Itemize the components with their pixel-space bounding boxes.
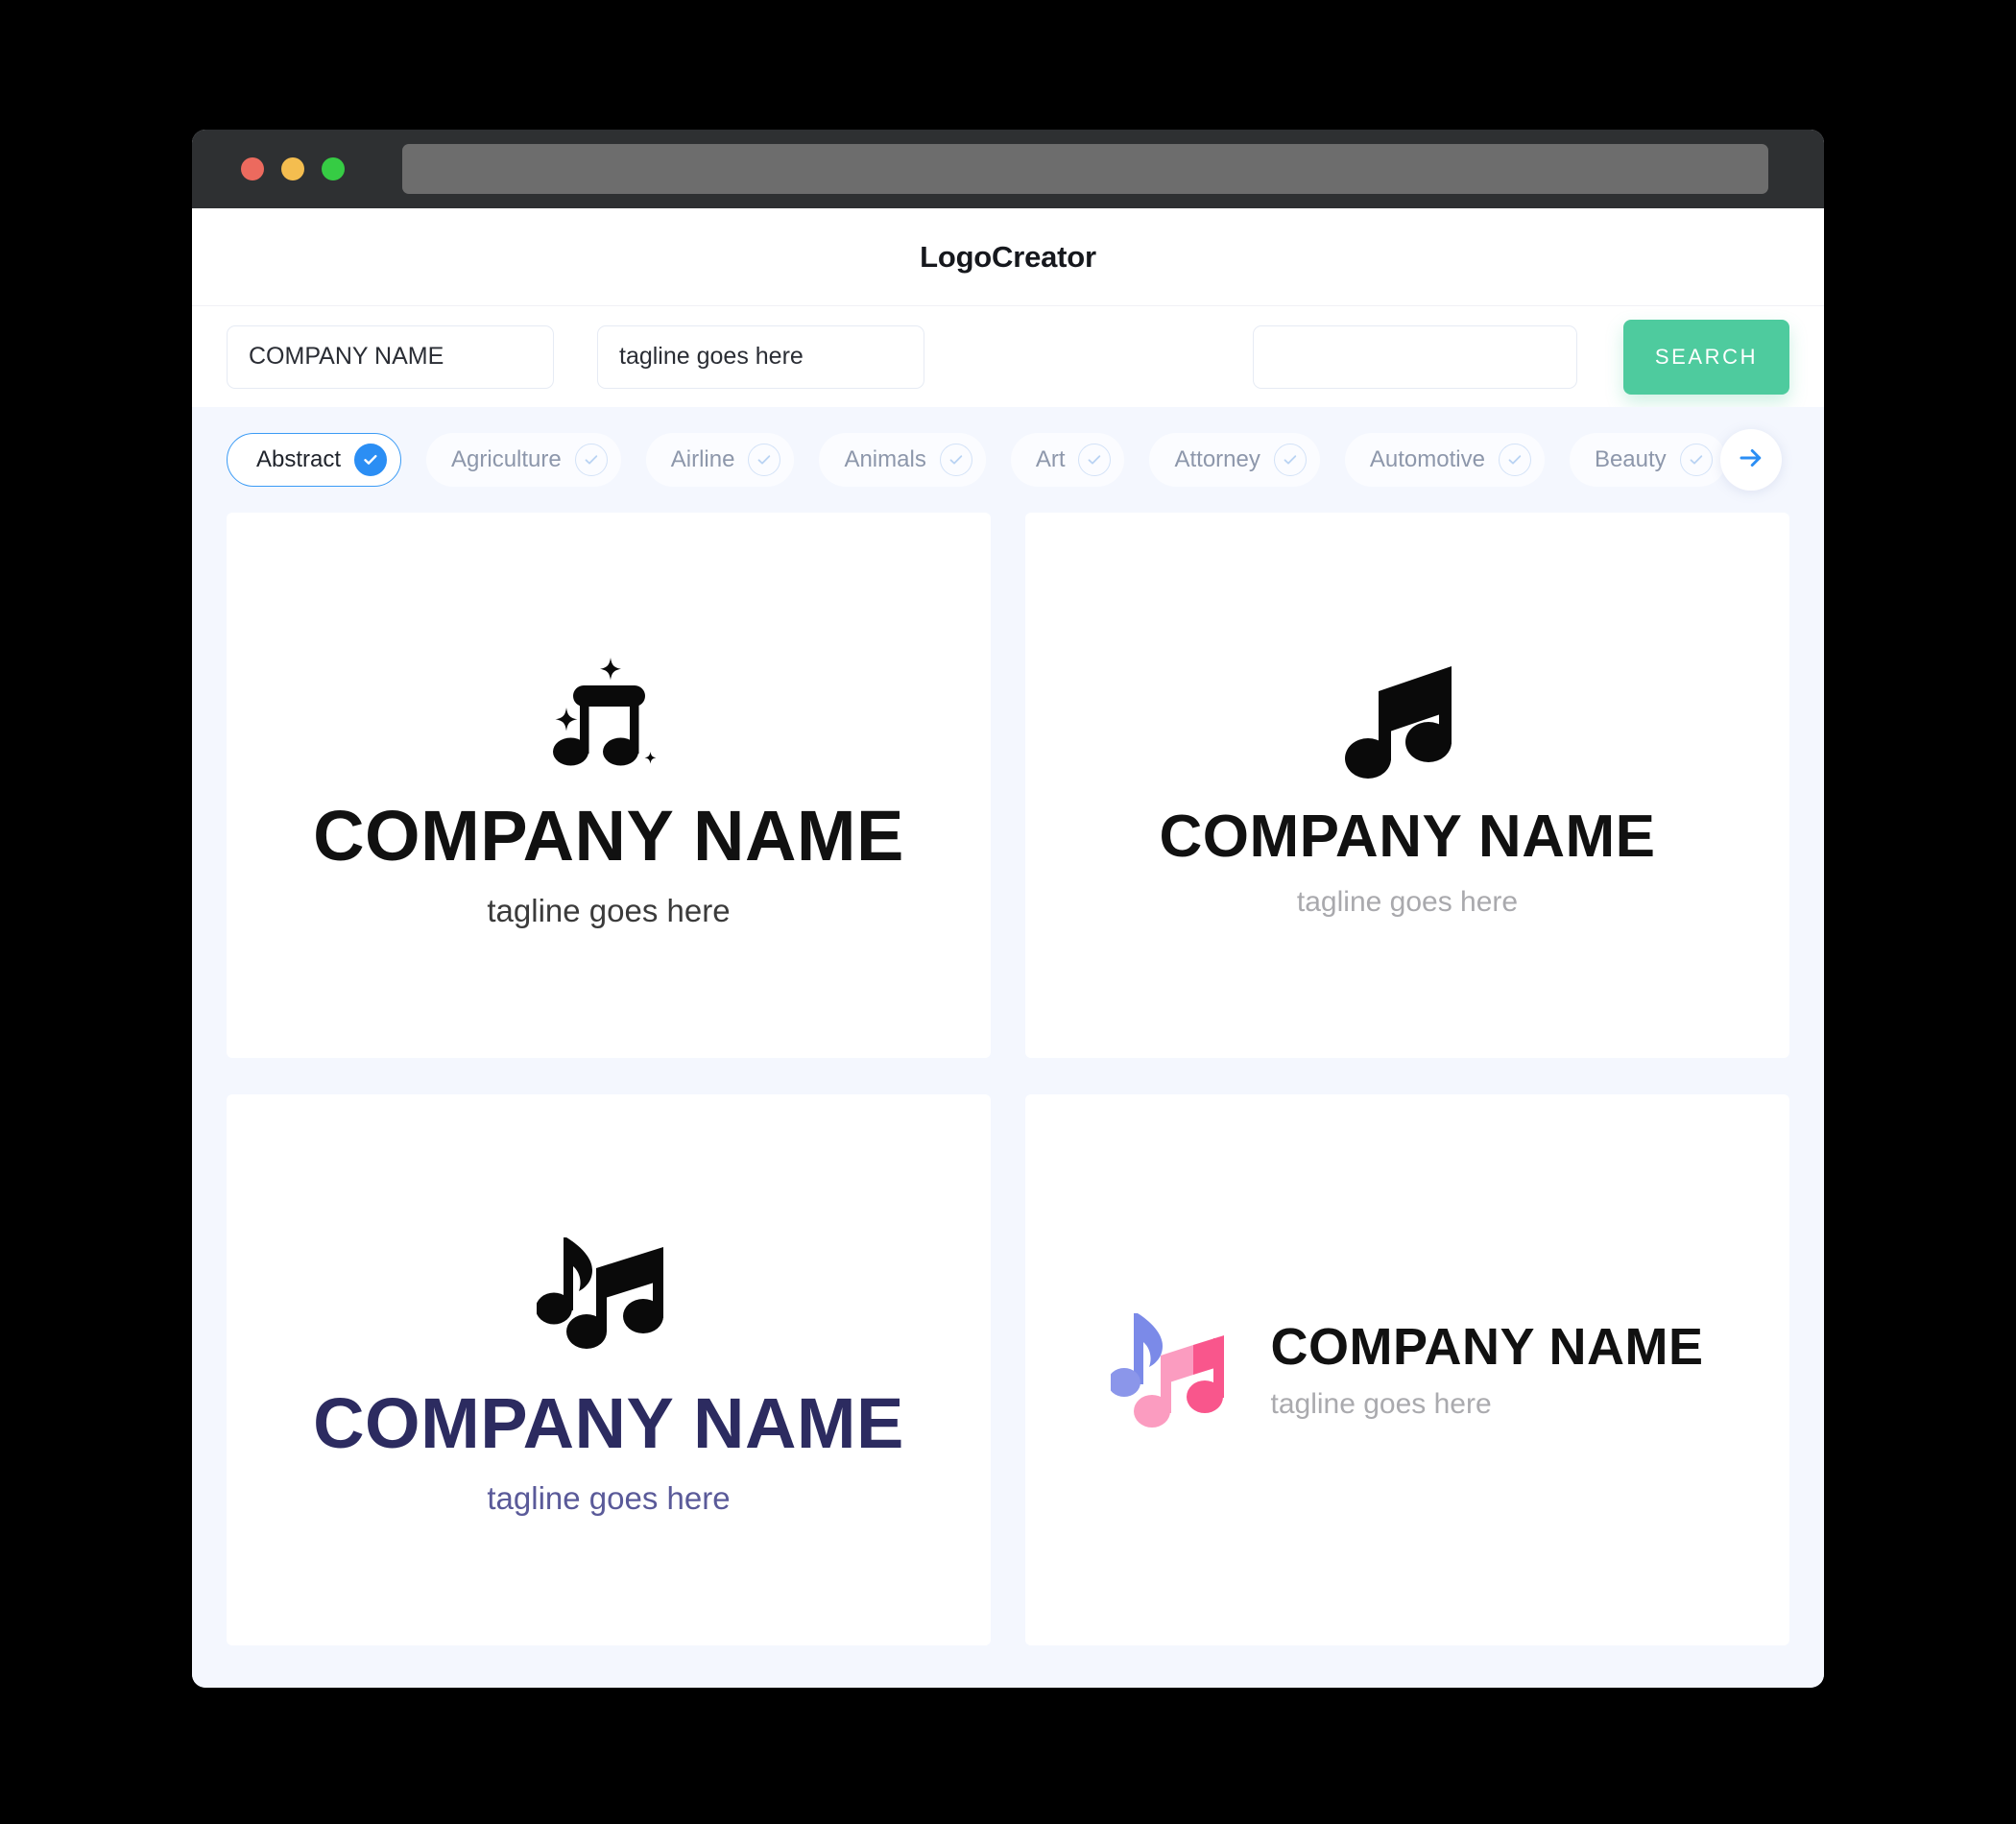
- maximize-window-button[interactable]: [322, 157, 345, 180]
- traffic-light-group: [241, 157, 345, 180]
- logo-company-name: COMPANY NAME: [1270, 1318, 1704, 1376]
- category-pill-beauty[interactable]: Beauty: [1569, 433, 1726, 487]
- logo-preview: COMPANY NAME tagline goes here: [313, 1226, 904, 1514]
- logo-tagline: tagline goes here: [1296, 885, 1519, 918]
- category-pill-art[interactable]: Art: [1010, 433, 1125, 487]
- category-pill-label: Agriculture: [451, 446, 562, 472]
- logo-text-block: COMPANY NAME tagline goes here: [1270, 1321, 1703, 1419]
- logo-card[interactable]: COMPANY NAME tagline goes here: [227, 513, 991, 1058]
- logo-card[interactable]: COMPANY NAME tagline goes here: [1025, 1094, 1789, 1645]
- page-title: LogoCreator: [920, 239, 1096, 274]
- check-circle-icon: [748, 444, 781, 476]
- search-button[interactable]: SEARCH: [1623, 319, 1789, 395]
- category-pill-label: Art: [1035, 446, 1066, 472]
- colored-notes-icon: [1108, 1306, 1234, 1435]
- logo-preview: COMPANY NAME tagline goes here: [1108, 1306, 1703, 1435]
- close-window-button[interactable]: [241, 157, 264, 180]
- logo-results-grid: COMPANY NAME tagline goes here COMPANY N…: [192, 513, 1824, 1688]
- beamed-notes-with-sparkles-icon: [541, 644, 676, 783]
- category-pill-airline[interactable]: Airline: [645, 433, 795, 487]
- check-circle-icon: [1498, 444, 1531, 476]
- category-pill-agriculture[interactable]: Agriculture: [426, 433, 621, 487]
- logo-company-name: COMPANY NAME: [313, 1383, 904, 1463]
- search-toolbar: SEARCH: [192, 306, 1824, 407]
- check-circle-icon: [1679, 444, 1713, 476]
- logo-tagline: tagline goes here: [1270, 1388, 1492, 1420]
- category-pill-label: Beauty: [1594, 446, 1667, 472]
- address-bar[interactable]: [402, 144, 1768, 194]
- check-circle-icon: [574, 444, 608, 476]
- category-pill-label: Automotive: [1369, 446, 1485, 472]
- logo-card[interactable]: COMPANY NAME tagline goes here: [1025, 513, 1789, 1058]
- app-header: LogoCreator: [192, 208, 1824, 306]
- next-categories-button[interactable]: [1720, 429, 1782, 491]
- browser-window: LogoCreator SEARCH Abstract Agriculture …: [192, 130, 1824, 1688]
- category-pill-automotive[interactable]: Automotive: [1344, 433, 1545, 487]
- eighth-note-and-beamed-pair-icon: [535, 1226, 681, 1373]
- keyword-input[interactable]: [1253, 324, 1577, 389]
- browser-titlebar: [192, 130, 1824, 208]
- minimize-window-button[interactable]: [281, 157, 304, 180]
- check-circle-icon: [1078, 444, 1112, 476]
- check-circle-icon: [354, 444, 388, 476]
- category-pill-label: Abstract: [256, 446, 342, 472]
- category-filter-bar: Abstract Agriculture Airline Animals Art: [192, 407, 1824, 513]
- angled-beamed-note-icon: [1344, 655, 1471, 792]
- logo-card[interactable]: COMPANY NAME tagline goes here: [227, 1094, 991, 1645]
- logo-tagline: tagline goes here: [487, 1480, 731, 1516]
- category-pill-label: Airline: [670, 446, 735, 472]
- category-pill-abstract[interactable]: Abstract: [227, 433, 402, 487]
- tagline-input[interactable]: [597, 324, 924, 389]
- logo-company-name: COMPANY NAME: [313, 796, 904, 876]
- category-pill-attorney[interactable]: Attorney: [1149, 433, 1320, 487]
- arrow-right-icon: [1737, 444, 1765, 477]
- company-name-input[interactable]: [227, 324, 554, 389]
- category-pill-animals[interactable]: Animals: [819, 433, 986, 487]
- logo-tagline: tagline goes here: [487, 893, 731, 928]
- category-pill-label: Animals: [844, 446, 926, 472]
- category-pill-label: Attorney: [1174, 446, 1260, 472]
- check-circle-icon: [1273, 444, 1307, 476]
- logo-company-name: COMPANY NAME: [1159, 803, 1656, 870]
- logo-preview: COMPANY NAME tagline goes here: [1160, 655, 1656, 917]
- logo-preview: COMPANY NAME tagline goes here: [313, 644, 904, 926]
- check-circle-icon: [939, 444, 972, 476]
